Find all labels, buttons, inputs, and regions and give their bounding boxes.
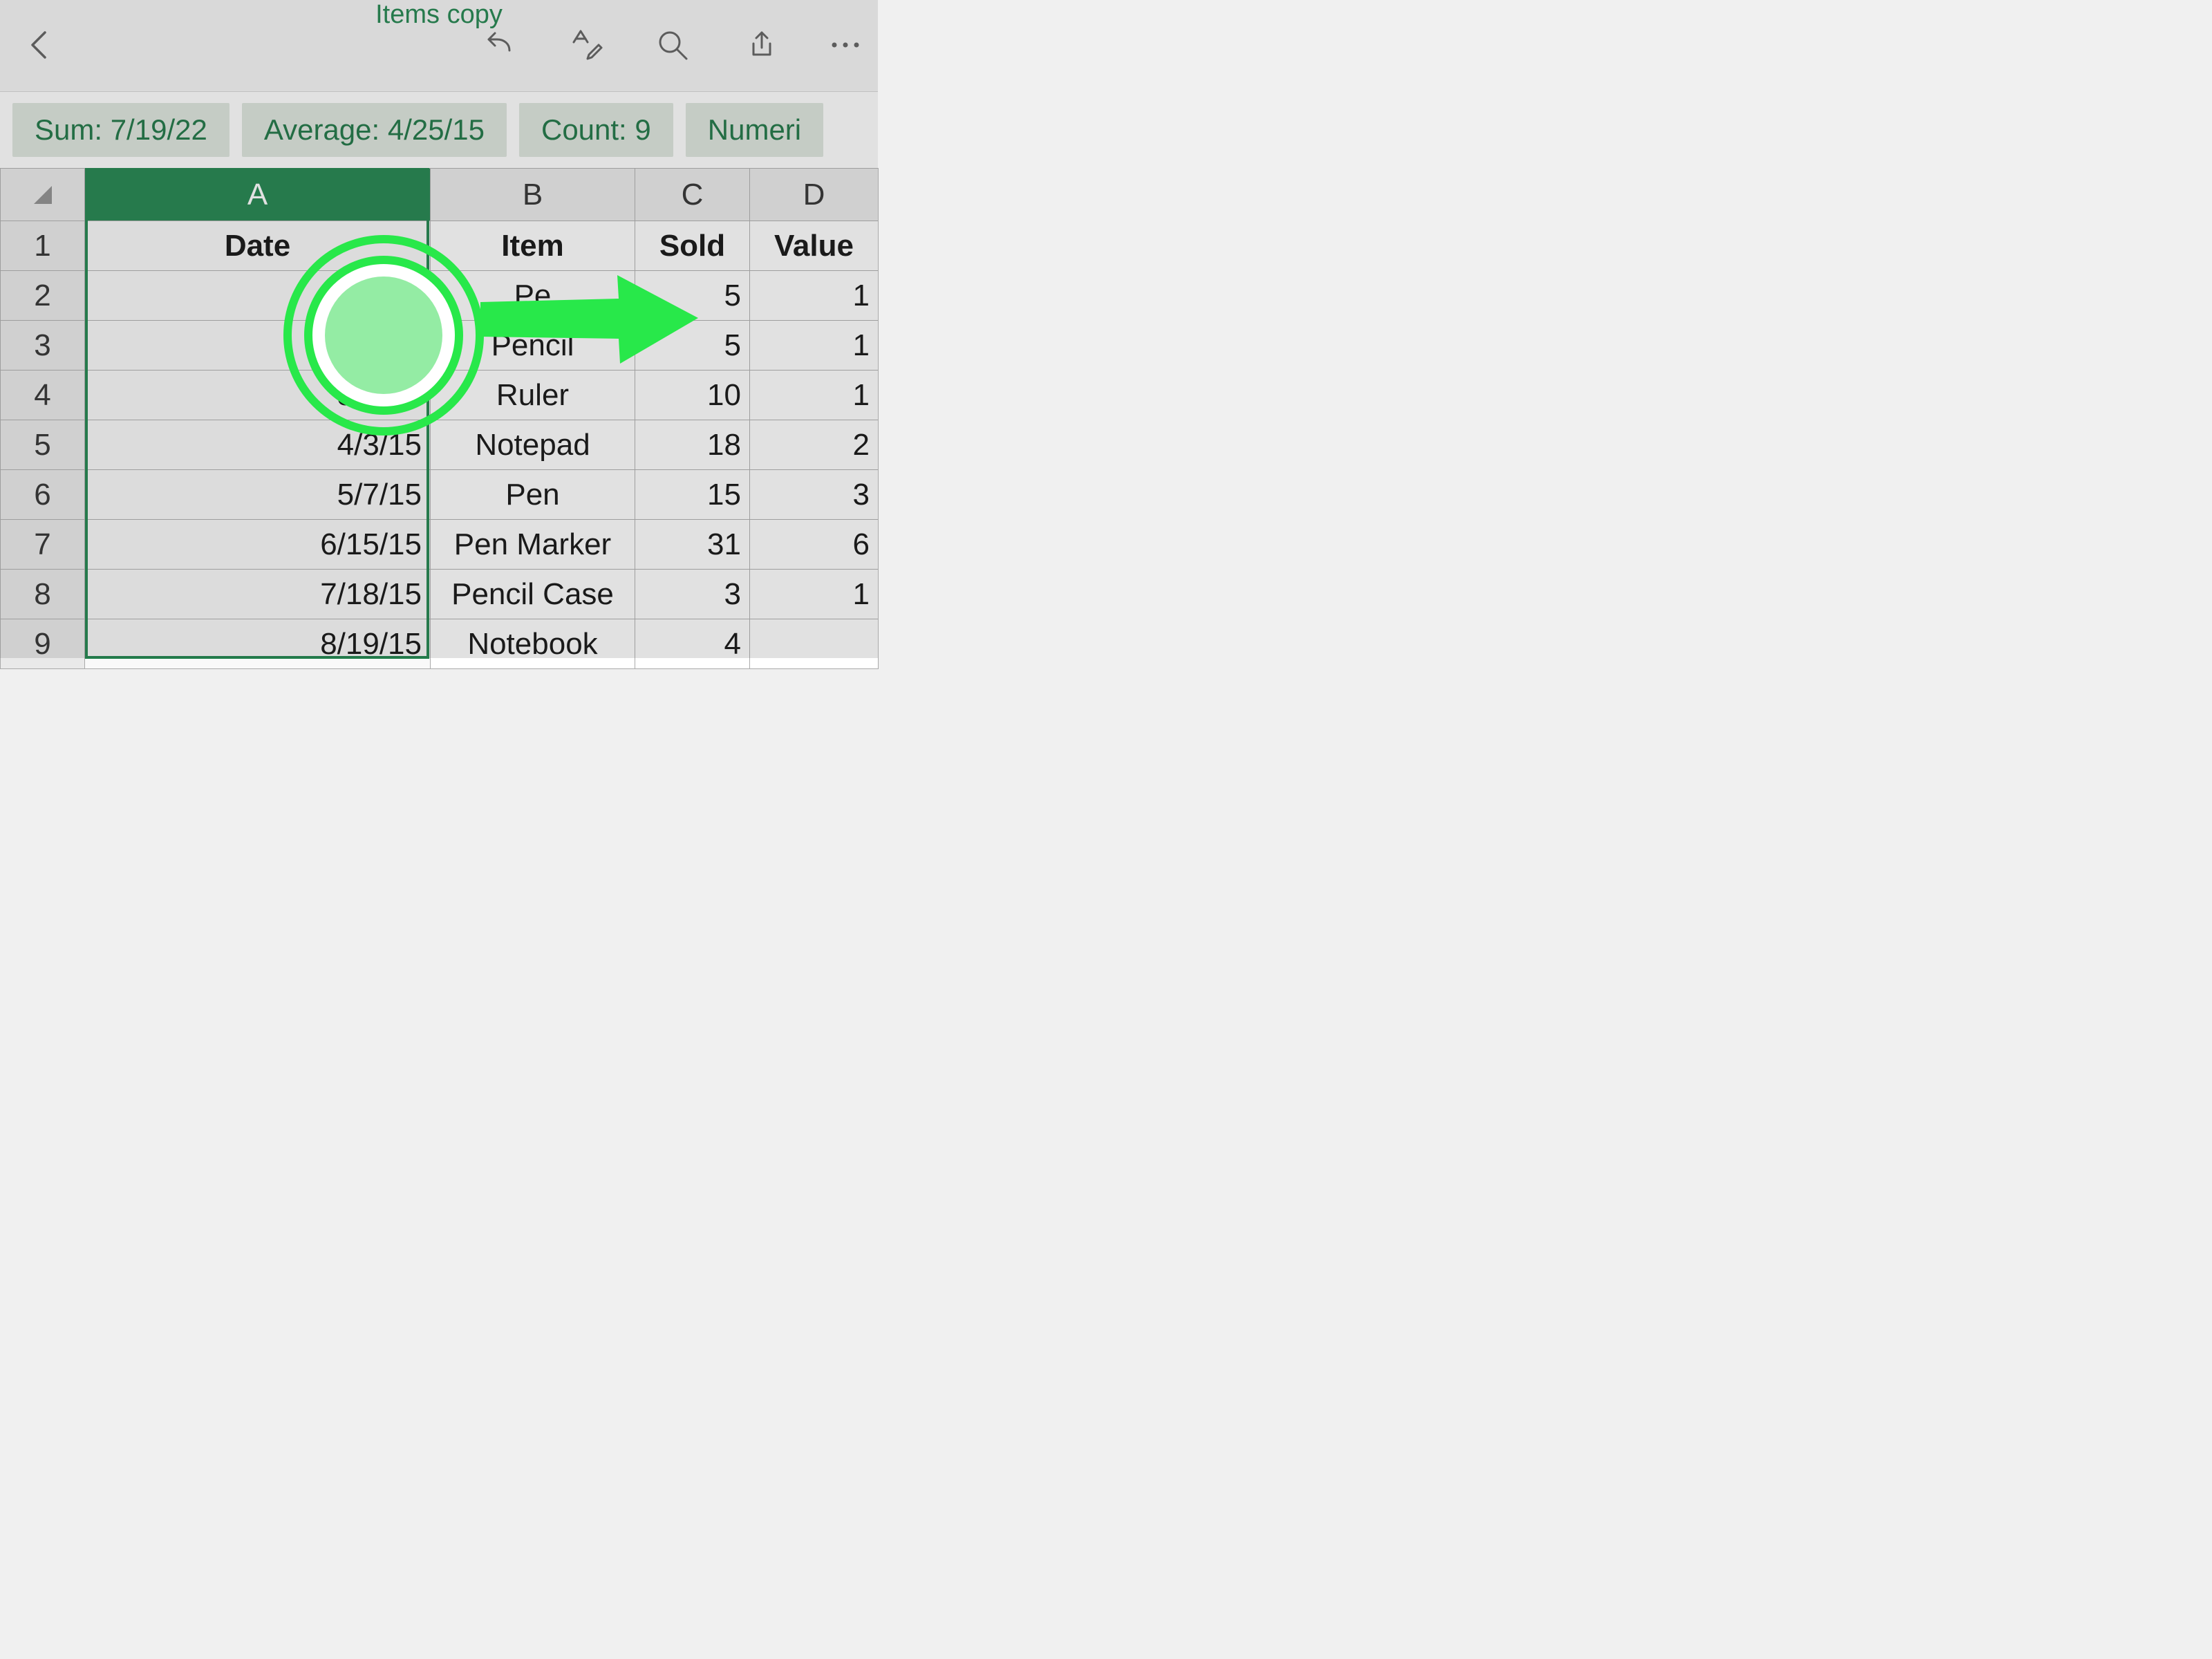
more-button[interactable] bbox=[821, 21, 870, 69]
chevron-left-icon bbox=[24, 30, 55, 60]
status-average[interactable]: Average: 4/25/15 bbox=[242, 103, 507, 157]
share-button[interactable] bbox=[735, 21, 783, 69]
undo-icon bbox=[482, 27, 518, 63]
cell[interactable]: 1 bbox=[750, 271, 879, 321]
cell[interactable]: Date bbox=[85, 221, 431, 271]
select-all-corner[interactable] bbox=[1, 169, 85, 221]
row-header[interactable]: 9 bbox=[1, 619, 85, 669]
edit-button[interactable] bbox=[562, 21, 610, 69]
cell[interactable]: 10 bbox=[635, 371, 750, 420]
column-header-A[interactable]: A bbox=[85, 169, 431, 221]
cell[interactable]: 15 bbox=[635, 470, 750, 520]
cell[interactable]: 2/6/15 bbox=[85, 321, 431, 371]
cell[interactable]: 1 bbox=[750, 371, 879, 420]
cell[interactable]: 1 bbox=[750, 570, 879, 619]
cell[interactable]: Ruler bbox=[431, 371, 635, 420]
toolbar-actions bbox=[476, 14, 870, 76]
status-numerical[interactable]: Numeri bbox=[686, 103, 823, 157]
cell[interactable]: Pen bbox=[431, 470, 635, 520]
status-bar: Sum: 7/19/22 Average: 4/25/15 Count: 9 N… bbox=[0, 92, 878, 168]
cell[interactable]: 5/7/15 bbox=[85, 470, 431, 520]
row-header[interactable]: 7 bbox=[1, 520, 85, 570]
cell[interactable]: 3/8/15 bbox=[85, 371, 431, 420]
pencil-a-icon bbox=[568, 27, 604, 63]
cell[interactable]: 31 bbox=[635, 520, 750, 570]
cell[interactable]: 18 bbox=[635, 420, 750, 470]
more-icon bbox=[827, 27, 863, 63]
cell[interactable]: 3 bbox=[635, 570, 750, 619]
cell[interactable]: 4 bbox=[635, 619, 750, 669]
cell[interactable]: Pen Marker bbox=[431, 520, 635, 570]
column-header-D[interactable]: D bbox=[750, 169, 879, 221]
cell[interactable]: 5 bbox=[635, 271, 750, 321]
column-header-C[interactable]: C bbox=[635, 169, 750, 221]
cell[interactable]: 2 bbox=[750, 420, 879, 470]
row-header[interactable]: 4 bbox=[1, 371, 85, 420]
cell[interactable]: Notebook bbox=[431, 619, 635, 669]
cell[interactable]: Value bbox=[750, 221, 879, 271]
cell[interactable]: 6/15/15 bbox=[85, 520, 431, 570]
cell[interactable]: 3 bbox=[750, 470, 879, 520]
select-all-triangle-icon bbox=[34, 186, 52, 204]
cell[interactable]: 4/3/15 bbox=[85, 420, 431, 470]
share-icon bbox=[741, 27, 777, 63]
row-header[interactable]: 2 bbox=[1, 271, 85, 321]
row-header[interactable]: 5 bbox=[1, 420, 85, 470]
spreadsheet-grid[interactable]: A B C D 1 Date Item Sold Value 2 1/3/15 … bbox=[0, 168, 878, 669]
search-icon bbox=[655, 27, 691, 63]
top-toolbar: Items copy bbox=[0, 0, 878, 92]
cell[interactable]: 7/18/15 bbox=[85, 570, 431, 619]
cell[interactable]: Pencil Case bbox=[431, 570, 635, 619]
column-header-B[interactable]: B bbox=[431, 169, 635, 221]
cell[interactable]: Pe bbox=[431, 271, 635, 321]
cell[interactable]: Item bbox=[431, 221, 635, 271]
cell[interactable] bbox=[750, 619, 879, 669]
row-header[interactable]: 8 bbox=[1, 570, 85, 619]
cell[interactable]: Pencil bbox=[431, 321, 635, 371]
cell[interactable]: 8/19/15 bbox=[85, 619, 431, 669]
status-sum[interactable]: Sum: 7/19/22 bbox=[12, 103, 229, 157]
undo-button[interactable] bbox=[476, 21, 524, 69]
cell[interactable]: 5 bbox=[635, 321, 750, 371]
search-button[interactable] bbox=[648, 21, 697, 69]
status-count[interactable]: Count: 9 bbox=[519, 103, 673, 157]
cell[interactable]: Sold bbox=[635, 221, 750, 271]
cell[interactable]: 6 bbox=[750, 520, 879, 570]
row-header[interactable]: 6 bbox=[1, 470, 85, 520]
row-header[interactable]: 1 bbox=[1, 221, 85, 271]
row-header[interactable]: 3 bbox=[1, 321, 85, 371]
cell[interactable]: 1 bbox=[750, 321, 879, 371]
cell[interactable]: 1/3/15 bbox=[85, 271, 431, 321]
cell[interactable]: Notepad bbox=[431, 420, 635, 470]
